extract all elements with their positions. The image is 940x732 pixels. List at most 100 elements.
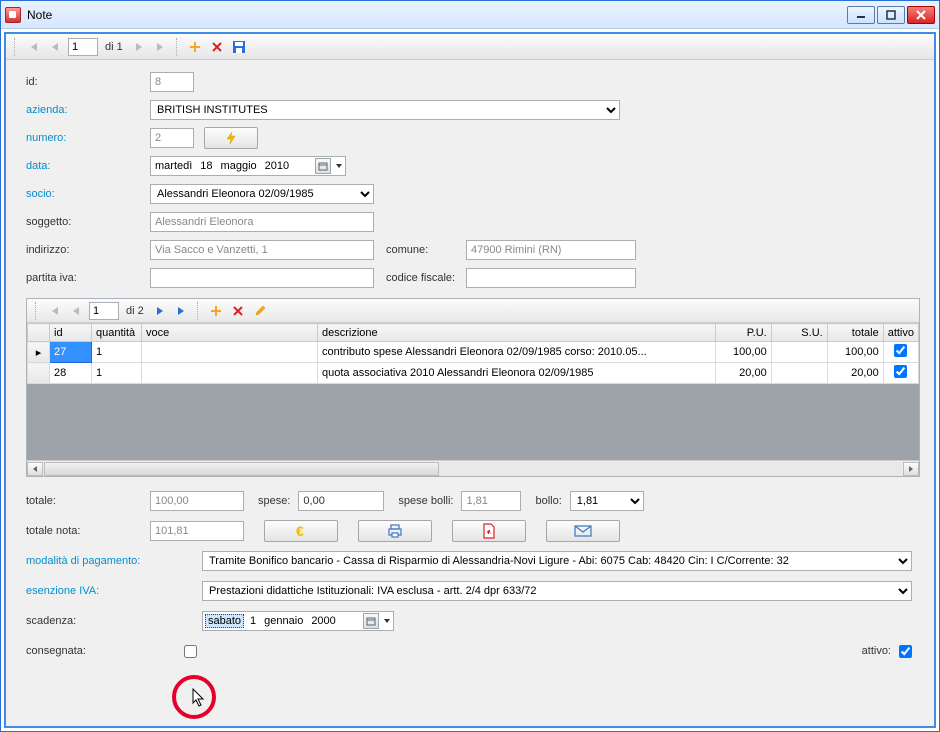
- calendar-icon[interactable]: [315, 158, 331, 174]
- cell-pu[interactable]: 100,00: [715, 342, 771, 363]
- svg-text:€: €: [296, 523, 304, 539]
- save-button[interactable]: [230, 38, 248, 56]
- field-consegnata-checkbox[interactable]: [184, 645, 197, 658]
- cell-attivo[interactable]: [883, 363, 918, 384]
- col-descrizione[interactable]: descrizione: [318, 324, 716, 342]
- grid-edit-button[interactable]: [251, 302, 269, 320]
- lightning-icon: [224, 131, 238, 145]
- label-numero: numero:: [26, 132, 150, 144]
- minimize-button[interactable]: [847, 6, 875, 24]
- grid-nav-page-input[interactable]: [89, 302, 119, 320]
- grid-add-button[interactable]: [207, 302, 225, 320]
- field-codice-fiscale[interactable]: [466, 268, 636, 288]
- envelope-icon: [574, 525, 592, 537]
- col-pu[interactable]: P.U.: [715, 324, 771, 342]
- cell-voce[interactable]: [142, 342, 318, 363]
- field-indirizzo[interactable]: [150, 240, 374, 260]
- grid-delete-button[interactable]: [229, 302, 247, 320]
- field-bollo[interactable]: 1,81: [570, 491, 644, 511]
- cell-descrizione[interactable]: contributo spese Alessandri Eleonora 02/…: [318, 342, 716, 363]
- form-content: id: azienda: BRITISH INSTITUTES numero: …: [6, 60, 934, 726]
- delete-button[interactable]: [208, 38, 226, 56]
- cell-pu[interactable]: 20,00: [715, 363, 771, 384]
- dropdown-icon[interactable]: [383, 617, 391, 625]
- euro-icon: €: [293, 523, 309, 539]
- label-indirizzo: indirizzo:: [26, 244, 150, 256]
- cell-id[interactable]: 28: [50, 363, 92, 384]
- cell-descrizione[interactable]: quota associativa 2010 Alessandri Eleono…: [318, 363, 716, 384]
- col-quantita[interactable]: quantità: [92, 324, 142, 342]
- label-totale: totale:: [26, 495, 150, 507]
- field-numero: [150, 128, 194, 148]
- label-azienda: azienda:: [26, 104, 150, 116]
- field-comune[interactable]: [466, 240, 636, 260]
- label-scadenza: scadenza:: [26, 615, 202, 627]
- grid-nav-last-button[interactable]: [173, 302, 191, 320]
- label-bollo: bollo:: [535, 495, 561, 507]
- cell-id[interactable]: 27: [50, 342, 92, 363]
- row-indicator-icon: [28, 363, 50, 384]
- field-modalita[interactable]: Tramite Bonifico bancario - Cassa di Ris…: [202, 551, 912, 571]
- currency-button[interactable]: €: [264, 520, 338, 542]
- action-lightning-button[interactable]: [204, 127, 258, 149]
- col-su[interactable]: S.U.: [771, 324, 827, 342]
- field-spese[interactable]: [298, 491, 384, 511]
- row-attivo-checkbox[interactable]: [894, 344, 907, 357]
- col-voce[interactable]: voce: [142, 324, 318, 342]
- nav-of-label: di 1: [102, 41, 126, 53]
- field-partita-iva[interactable]: [150, 268, 374, 288]
- calendar-icon[interactable]: [363, 613, 379, 629]
- nav-next-button[interactable]: [130, 38, 148, 56]
- nav-page-input[interactable]: [68, 38, 98, 56]
- nav-last-button[interactable]: [152, 38, 170, 56]
- nav-prev-button[interactable]: [46, 38, 64, 56]
- toolbar-separator: [176, 38, 180, 56]
- close-button[interactable]: [907, 6, 935, 24]
- scroll-thumb[interactable]: [44, 462, 439, 476]
- grid-nav-next-button[interactable]: [151, 302, 169, 320]
- scroll-right-icon[interactable]: [903, 462, 919, 476]
- cell-attivo[interactable]: [883, 342, 918, 363]
- grid-nav-prev-button[interactable]: [67, 302, 85, 320]
- grid-nav-first-button[interactable]: [45, 302, 63, 320]
- cursor-icon: [192, 688, 206, 708]
- cell-totale[interactable]: 20,00: [827, 363, 883, 384]
- field-soggetto[interactable]: [150, 212, 374, 232]
- label-socio: socio:: [26, 188, 150, 200]
- field-data[interactable]: martedì 18 maggio 2010: [150, 156, 346, 176]
- nav-first-button[interactable]: [24, 38, 42, 56]
- cell-voce[interactable]: [142, 363, 318, 384]
- row-attivo-checkbox[interactable]: [894, 365, 907, 378]
- print-button[interactable]: [358, 520, 432, 542]
- label-soggetto: soggetto:: [26, 216, 150, 228]
- field-azienda[interactable]: BRITISH INSTITUTES: [150, 100, 620, 120]
- pdf-button[interactable]: [452, 520, 526, 542]
- col-id[interactable]: id: [50, 324, 92, 342]
- cell-quantita[interactable]: 1: [92, 363, 142, 384]
- field-socio[interactable]: Alessandri Eleonora 02/09/1985: [150, 184, 374, 204]
- scroll-left-icon[interactable]: [27, 462, 43, 476]
- email-button[interactable]: [546, 520, 620, 542]
- field-id: [150, 72, 194, 92]
- col-attivo[interactable]: attivo: [883, 324, 918, 342]
- dropdown-icon[interactable]: [335, 162, 343, 170]
- cell-su[interactable]: [771, 342, 827, 363]
- field-esenzione[interactable]: Prestazioni didattiche Istituzionali: IV…: [202, 581, 912, 601]
- table-row[interactable]: 28 1 quota associativa 2010 Alessandri E…: [28, 363, 919, 384]
- grid-horizontal-scrollbar[interactable]: [27, 460, 919, 476]
- col-totale[interactable]: totale: [827, 324, 883, 342]
- add-button[interactable]: [186, 38, 204, 56]
- field-scadenza[interactable]: sabato 1 gennaio 2000: [202, 611, 394, 631]
- scroll-track[interactable]: [44, 462, 902, 476]
- cell-su[interactable]: [771, 363, 827, 384]
- grid-table[interactable]: id quantità voce descrizione P.U. S.U. t…: [27, 323, 919, 384]
- field-spese-bolli: [461, 491, 521, 511]
- maximize-button[interactable]: [877, 6, 905, 24]
- grid-navigator: di 2: [27, 299, 919, 323]
- label-esenzione: esenzione IVA:: [26, 585, 202, 597]
- table-row[interactable]: ▸ 27 1 contributo spese Alessandri Eleon…: [28, 342, 919, 363]
- cell-quantita[interactable]: 1: [92, 342, 142, 363]
- outer-frame: di 1 id: azie: [4, 32, 936, 728]
- cell-totale[interactable]: 100,00: [827, 342, 883, 363]
- field-attivo-checkbox[interactable]: [899, 645, 912, 658]
